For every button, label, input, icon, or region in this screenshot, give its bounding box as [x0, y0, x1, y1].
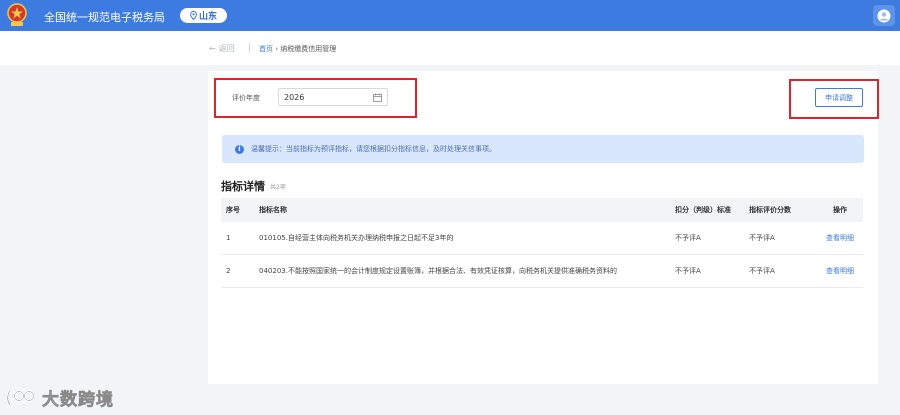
- watermark: 大数跨境: [6, 385, 114, 410]
- location-pin-icon: [190, 11, 197, 20]
- cell-name: 040203.不能按照国家统一的会计制度规定设置账簿，并根据合法、有效凭证核算，…: [259, 267, 617, 275]
- header-score: 指标评价分数: [749, 206, 791, 214]
- section-title: 指标详情: [221, 180, 265, 193]
- cell-standard: 不予评A: [675, 234, 701, 242]
- user-avatar-button[interactable]: [873, 5, 895, 26]
- highlight-box-year: [214, 78, 417, 118]
- highlight-box-apply: [789, 79, 879, 119]
- tax-emblem-icon: [7, 3, 27, 26]
- section-count: 共2项: [270, 184, 286, 191]
- top-header: 全国统一规范电子税务局 山东: [0, 0, 900, 31]
- tip-text: 温馨提示：当前指标为预评指标，请您根据扣分指标信息，及时处理关信事项。: [251, 145, 496, 153]
- region-label: 山东: [198, 12, 217, 22]
- cell-score: 不予评A: [749, 267, 775, 275]
- info-icon: i: [235, 144, 244, 154]
- table-header-row: 序号 指标名称 扣分（判级）标准 指标评价分数 操作: [221, 198, 863, 222]
- tip-banner: i 温馨提示：当前指标为预评指标，请您根据扣分指标信息，及时处理关信事项。: [222, 135, 864, 163]
- header-name: 指标名称: [259, 206, 287, 214]
- cell-index: 2: [226, 267, 231, 275]
- breadcrumb-current: 纳税缴费信用管理: [280, 45, 337, 53]
- cell-name: 010105.自经营主体向税务机关办理纳税申报之日起不足3年的: [259, 234, 454, 242]
- view-details-link[interactable]: 查看明细: [817, 266, 863, 276]
- table-row: 1 010105.自经营主体向税务机关办理纳税申报之日起不足3年的 不予评A 不…: [221, 222, 863, 255]
- back-label: 返回: [218, 44, 235, 53]
- divider: [249, 43, 250, 53]
- back-button[interactable]: ← 返回: [209, 43, 235, 54]
- region-selector[interactable]: 山东: [180, 8, 227, 23]
- sub-navigation: ← 返回 首页 › 纳税缴费信用管理: [0, 31, 900, 65]
- header-index: 序号: [226, 206, 240, 214]
- user-icon: [877, 9, 891, 22]
- view-details-link[interactable]: 查看明细: [817, 233, 863, 243]
- cell-score: 不予评A: [749, 234, 775, 242]
- app-title: 全国统一规范电子税务局: [44, 11, 165, 24]
- breadcrumb-separator: ›: [275, 45, 279, 53]
- indicator-table: 序号 指标名称 扣分（判级）标准 指标评价分数 操作 1 010105.自经营主…: [221, 198, 863, 288]
- cell-index: 1: [226, 234, 231, 242]
- cell-standard: 不予评A: [675, 267, 701, 275]
- watermark-text: 大数跨境: [42, 390, 114, 411]
- arrow-left-icon: ←: [209, 44, 216, 53]
- header-standard: 扣分（判级）标准: [675, 206, 731, 214]
- breadcrumb-home-link[interactable]: 首页: [259, 45, 273, 53]
- watermark-logo-icon: [6, 389, 35, 406]
- table-row: 2 040203.不能按照国家统一的会计制度规定设置账簿，并根据合法、有效凭证核…: [221, 255, 863, 288]
- breadcrumb: 首页 › 纳税缴费信用管理: [259, 44, 336, 54]
- header-action: 操作: [833, 206, 847, 214]
